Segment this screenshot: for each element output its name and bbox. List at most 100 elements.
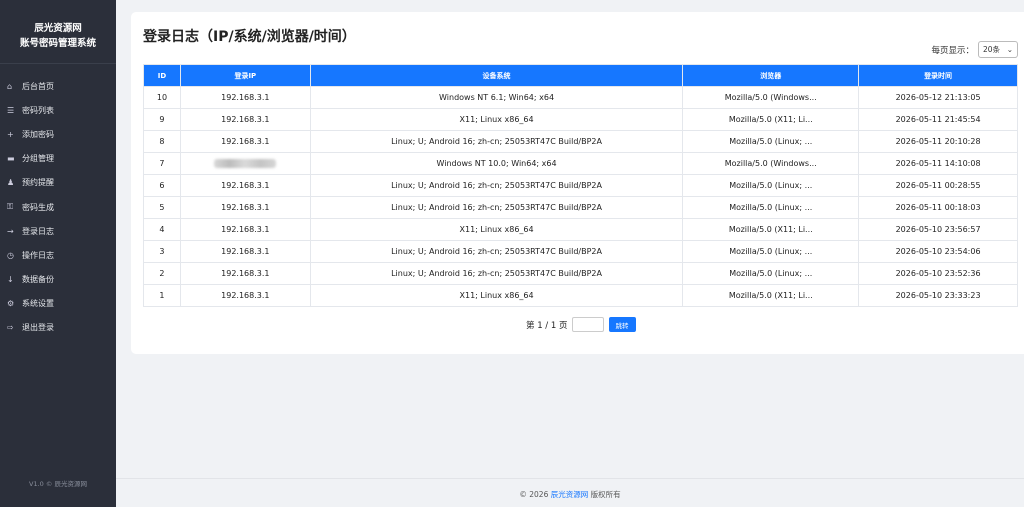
table-row: 1 192.168.3.1 X11; Linux x86_64 Mozilla/5.0… (143, 284, 1018, 307)
sidebar-item-7[interactable]: ◷ 操作日志 (0, 243, 116, 267)
cell-time: 2026-05-11 00:28:55 (858, 174, 1018, 197)
menu-icon: ⚙ (7, 299, 15, 309)
sidebar-item-2[interactable]: + 添加密码 (0, 122, 116, 146)
footer: © 2026 辰光资源网 版权所有 (116, 478, 1024, 507)
menu-icon: ◷ (7, 250, 14, 260)
footer-prefix: © 2026 (519, 490, 551, 499)
sidebar-item-1[interactable]: ☰ 密码列表 (0, 98, 116, 122)
cell-os: Linux; U; Android 16; zh-cn; 25053RT47C … (309, 196, 684, 219)
cell-ip: 192.168.3.1 (179, 262, 311, 285)
menu-icon: ↓ (7, 275, 14, 285)
sidebar-item-label: 后台首页 (22, 81, 54, 91)
login-log-table: ID 登录IP 设备系统 浏览器 登录时间 10 192.168.3.1 Windows N… (143, 64, 1018, 307)
version-text: V1.0 © 辰光资源网 (29, 480, 87, 488)
table-row: 4 192.168.3.1 X11; Linux x86_64 Mozilla/5.0… (143, 218, 1018, 241)
cell-browser: Mozilla/5.0 (Linux; ... (682, 196, 860, 219)
sidebar-item-3[interactable]: ▬ 分组管理 (0, 147, 116, 171)
per-page-value: 20条 (983, 45, 1001, 54)
brand-subtitle: 账号密码管理系统 (19, 38, 96, 49)
table-body: 10 192.168.3.1 Windows NT 6.1; Win64; x64 M… (143, 86, 1018, 307)
menu-icon: + (7, 129, 14, 139)
cell-id: 1 (143, 284, 181, 307)
sidebar-item-9[interactable]: ⚙ 系统设置 (0, 292, 116, 316)
cell-id: 8 (143, 130, 181, 153)
cell-ip: 192.168.3.1 (179, 108, 311, 131)
cell-browser: Mozilla/5.0 (Windows... (682, 152, 860, 175)
sidebar-item-label: 登录日志 (22, 226, 54, 236)
sidebar-item-label: 退出登录 (22, 323, 54, 333)
table-row: 7 Windows NT 10.0; Win64; x64 Mozilla/5.0 … (143, 152, 1018, 175)
cell-os: X11; Linux x86_64 (309, 218, 684, 241)
column-header: 登录IP (179, 64, 311, 87)
cell-os: X11; Linux x86_64 (309, 108, 684, 131)
cell-os: Windows NT 10.0; Win64; x64 (309, 152, 684, 175)
sidebar-item-0[interactable]: ⌂ 后台首页 (0, 74, 116, 98)
footer-site-link[interactable]: 辰光资源网 (551, 490, 589, 499)
menu-icon: ▬ (7, 154, 15, 164)
footer-suffix: 版权所有 (588, 490, 621, 499)
cell-time: 2026-05-10 23:52:36 (858, 262, 1018, 285)
column-header: 浏览器 (682, 64, 860, 87)
sidebar-item-4[interactable]: ♟ 预约提醒 (0, 171, 116, 195)
table-row: 10 192.168.3.1 Windows NT 6.1; Win64; x64 M… (143, 86, 1018, 109)
cell-browser: Mozilla/5.0 (Windows... (682, 86, 860, 109)
sidebar-item-label: 操作日志 (22, 250, 54, 260)
brand-name: 辰光资源网 (34, 23, 82, 34)
menu-icon: ⌂ (7, 81, 13, 91)
cell-browser: Mozilla/5.0 (Linux; ... (682, 174, 860, 197)
cell-ip: 192.168.3.1 (179, 86, 311, 109)
table-row: 2 192.168.3.1 Linux; U; Android 16; zh-cn;… (143, 262, 1018, 285)
cell-id: 2 (143, 262, 181, 285)
sidebar-item-10[interactable]: ⇨ 退出登录 (0, 316, 116, 340)
cell-time: 2026-05-11 00:18:03 (858, 196, 1018, 219)
cell-time: 2026-05-11 21:45:54 (858, 108, 1018, 131)
sidebar-item-label: 密码生成 (22, 202, 54, 212)
cell-ip: 192.168.3.1 (179, 218, 311, 241)
sidebar-item-5[interactable]: ⚿ 密码生成 (0, 195, 116, 219)
cell-id: 3 (143, 240, 181, 263)
cell-ip: 192.168.3.1 (179, 196, 311, 219)
cell-browser: Mozilla/5.0 (Linux; ... (682, 262, 860, 285)
cell-ip: 192.168.3.1 (179, 240, 311, 263)
cell-browser: Mozilla/5.0 (X11; Li... (682, 284, 860, 307)
per-page-control: 每页显示： 20条 ⌄ (931, 41, 1018, 58)
column-header: 登录时间 (858, 64, 1018, 87)
page-indicator: 第 1 / 1 页 (526, 320, 568, 331)
sidebar-menu: ⌂ 后台首页 ☰ 密码列表 + 添加密码 ▬ 分组管理 ♟ 预约提醒 ⚿ 密码生成 → 登录日志 ◷ 操作日志… (0, 74, 116, 340)
per-page-label: 每页显示： (931, 45, 974, 56)
cell-id: 6 (143, 174, 181, 197)
cell-time: 2026-05-10 23:54:06 (858, 240, 1018, 263)
per-page-select[interactable]: 20条 ⌄ (978, 41, 1018, 58)
cell-browser: Mozilla/5.0 (Linux; ... (682, 240, 860, 263)
cell-ip: 192.168.3.1 (179, 130, 311, 153)
menu-icon: ☰ (7, 105, 15, 115)
table-row: 8 192.168.3.1 Linux; U; Android 16; zh-cn;… (143, 130, 1018, 153)
go-button[interactable]: 跳转 (608, 317, 636, 332)
page-number-input[interactable] (571, 317, 604, 332)
cell-os: Windows NT 6.1; Win64; x64 (309, 86, 684, 109)
cell-os: Linux; U; Android 16; zh-cn; 25053RT47C … (309, 262, 684, 285)
cell-os: Linux; U; Android 16; zh-cn; 25053RT47C … (309, 174, 684, 197)
cell-id: 5 (143, 196, 181, 219)
redacted-ip (214, 159, 277, 168)
table-row: 5 192.168.3.1 Linux; U; Android 16; zh-cn;… (143, 196, 1018, 219)
cell-browser: Mozilla/5.0 (X11; Li... (682, 108, 860, 131)
sidebar-item-6[interactable]: → 登录日志 (0, 219, 116, 243)
chevron-down-icon: ⌄ (1006, 45, 1013, 54)
sidebar-item-8[interactable]: ↓ 数据备份 (0, 268, 116, 292)
sidebar: 辰光资源网 账号密码管理系统 ⌂ 后台首页 ☰ 密码列表 + 添加密码 ▬ 分组管理 ♟ 预约提醒… (0, 0, 116, 507)
cell-time: 2026-05-10 23:33:23 (858, 284, 1018, 307)
sidebar-item-label: 系统设置 (22, 299, 54, 309)
cell-ip: 192.168.3.1 (179, 284, 311, 307)
table-row: 3 192.168.3.1 Linux; U; Android 16; zh-cn;… (143, 240, 1018, 263)
menu-icon: ⚿ (7, 202, 14, 212)
main-card: 登录日志（IP/系统/浏览器/时间） 每页显示： 20条 ⌄ ID 登录IP 设备系… (131, 12, 1024, 354)
cell-id: 9 (143, 108, 181, 131)
table-header-row: ID 登录IP 设备系统 浏览器 登录时间 (143, 64, 1018, 87)
sidebar-item-label: 添加密码 (22, 129, 54, 139)
cell-browser: Mozilla/5.0 (Linux; ... (682, 130, 860, 153)
table-row: 6 192.168.3.1 Linux; U; Android 16; zh-cn;… (143, 174, 1018, 197)
cell-id: 4 (143, 218, 181, 241)
menu-icon: → (7, 226, 14, 236)
table-row: 9 192.168.3.1 X11; Linux x86_64 Mozilla/5.0… (143, 108, 1018, 131)
